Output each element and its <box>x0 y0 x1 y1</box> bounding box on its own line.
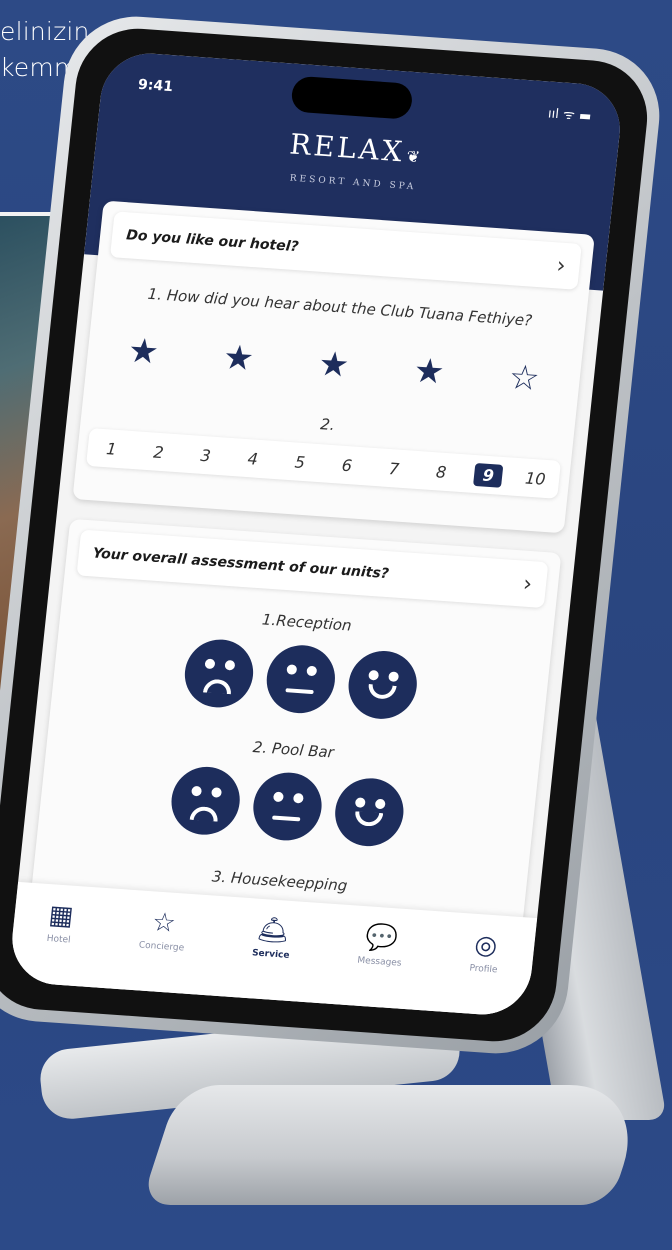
tab-label: Hotel <box>46 933 72 946</box>
number-option[interactable]: 3 <box>191 445 221 466</box>
dynamic-island <box>290 75 414 120</box>
number-option[interactable]: 1 <box>97 438 127 459</box>
sad-face-icon[interactable] <box>181 637 257 710</box>
tab-label: Messages <box>356 955 402 969</box>
tab-profile[interactable]: ◎ Profile <box>465 930 502 1015</box>
face-rating-pool-bar <box>38 756 536 858</box>
brand-name: RELAX <box>288 127 407 169</box>
number-option[interactable]: 8 <box>426 461 456 482</box>
number-option[interactable]: 9 <box>473 462 504 488</box>
tab-messages[interactable]: 💬 Messages <box>353 922 406 1009</box>
survey-title-units[interactable]: Your overall assessment of our units? › <box>76 529 549 609</box>
stand-base <box>140 1085 650 1205</box>
tab-label: Profile <box>468 963 498 976</box>
happy-face-icon[interactable] <box>331 776 407 849</box>
phone-mockup: 9:41 ııl ᯤ ▬ RELAX❦ RESORT AND SPA Do yo… <box>0 11 667 1059</box>
service-bell-icon: 🛎 <box>255 914 292 947</box>
number-option[interactable]: 5 <box>285 451 315 472</box>
survey-title-text: Do you like our hotel? <box>125 227 300 256</box>
phone-bezel: 9:41 ııl ᯤ ▬ RELAX❦ RESORT AND SPA Do yo… <box>0 24 654 1046</box>
tab-service[interactable]: 🛎 Service <box>247 915 293 1001</box>
happy-face-icon[interactable] <box>345 648 421 722</box>
tab-label: Concierge <box>138 940 185 954</box>
star-rating: ★ ★ ★ ★ ☆ <box>126 331 541 400</box>
number-option[interactable]: 10 <box>520 468 550 489</box>
tab-hotel[interactable]: ▦ Hotel <box>42 900 75 985</box>
hotel-icon: ▦ <box>47 900 75 932</box>
survey-title-text: Your overall assessment of our units? <box>92 545 390 583</box>
number-option[interactable]: 6 <box>332 455 362 476</box>
tab-label: Service <box>251 948 290 961</box>
chevron-right-icon: › <box>521 571 534 597</box>
leaf-icon: ❦ <box>405 146 424 167</box>
status-icons: ııl ᯤ ▬ <box>547 106 592 125</box>
app-screen: 9:41 ııl ᯤ ▬ RELAX❦ RESORT AND SPA Do yo… <box>7 50 625 1018</box>
user-icon: ◎ <box>473 929 499 962</box>
star-icon: ☆ <box>150 907 178 939</box>
chat-icon: 💬 <box>364 922 400 955</box>
question-1: 1. How did you hear about the Club Tuana… <box>146 284 533 330</box>
star-icon[interactable]: ★ <box>412 351 447 393</box>
star-outline-icon[interactable]: ☆ <box>507 357 542 399</box>
face-rating-reception <box>52 628 550 730</box>
star-icon[interactable]: ★ <box>126 331 161 373</box>
tab-concierge[interactable]: ☆ Concierge <box>134 907 188 994</box>
star-icon[interactable]: ★ <box>317 344 352 386</box>
star-icon[interactable]: ★ <box>221 337 256 379</box>
chevron-right-icon: › <box>555 252 567 279</box>
status-time: 9:41 <box>137 76 174 96</box>
neutral-face-icon[interactable] <box>249 770 325 843</box>
number-option[interactable]: 7 <box>379 458 409 479</box>
sad-face-icon[interactable] <box>168 764 244 837</box>
number-option[interactable]: 4 <box>238 448 268 469</box>
number-option[interactable]: 2 <box>144 441 174 462</box>
survey-card-hotel: Do you like our hotel? › 1. How did you … <box>72 200 595 534</box>
neutral-face-icon[interactable] <box>263 643 339 716</box>
